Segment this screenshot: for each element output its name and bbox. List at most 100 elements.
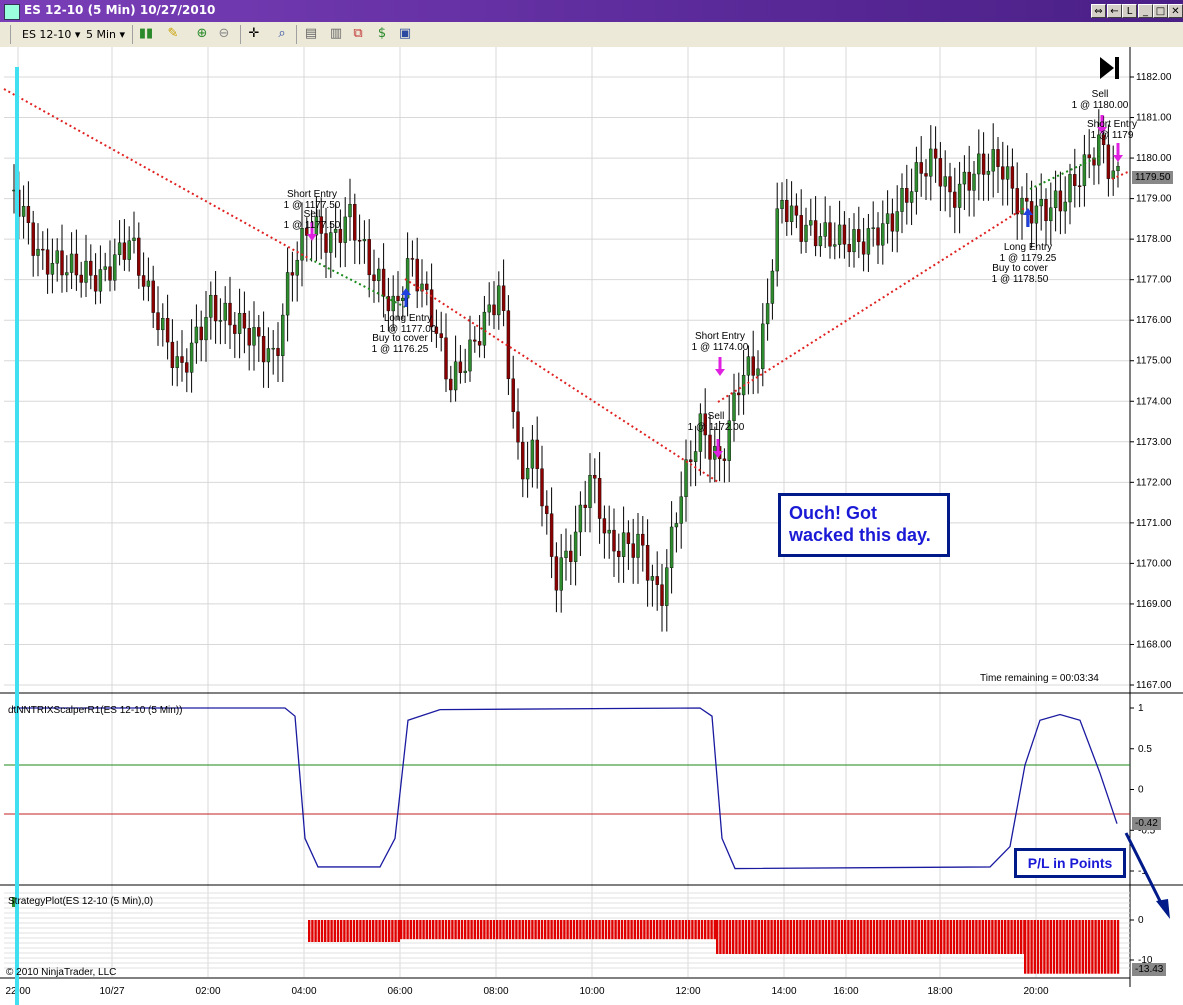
- pl-bar: [550, 920, 553, 940]
- link-icon[interactable]: ⇔: [1091, 4, 1106, 18]
- candle-body: [607, 529, 611, 534]
- pl-bar: [460, 920, 464, 940]
- pl-bar: [476, 920, 480, 940]
- close-button[interactable]: ✕: [1168, 4, 1183, 18]
- pl-bar: [681, 920, 684, 940]
- pl-bar: [569, 920, 572, 940]
- pl-bar: [735, 920, 738, 954]
- pl-bar: [751, 920, 754, 954]
- pl-bar: [432, 920, 435, 940]
- pl-bar: [1075, 920, 1078, 974]
- chart-canvas[interactable]: 1182.00 1181.00 1180.00 1179.00 1178.00 1177.…: [0, 47, 1183, 1005]
- price-tick-label: 1169.00: [1136, 599, 1172, 610]
- pl-bar: [317, 920, 320, 942]
- time-tick-label: 10:00: [579, 986, 604, 997]
- data-box-icon[interactable]: ⌕: [274, 26, 290, 42]
- candle-body: [1010, 166, 1015, 189]
- candle-body: [185, 362, 189, 373]
- pl-bar: [984, 920, 988, 954]
- time-tick-label: 08:00: [483, 986, 508, 997]
- lock-icon[interactable]: L: [1122, 4, 1137, 18]
- pl-bar: [978, 920, 981, 954]
- skip-to-end-icon: [1100, 57, 1119, 79]
- pl-bar: [738, 920, 741, 954]
- candle-body: [228, 302, 232, 326]
- chart-trader-icon[interactable]: ▣: [397, 26, 413, 42]
- pl-bar: [799, 920, 802, 954]
- pl-bar: [901, 920, 904, 954]
- candle-body: [69, 253, 74, 273]
- candle-body: [962, 171, 967, 185]
- interval-selector[interactable]: 5 Min ▾: [86, 26, 125, 43]
- pl-bar: [940, 920, 943, 954]
- candle-body: [842, 224, 847, 245]
- candle-body: [199, 326, 203, 341]
- chart-area[interactable]: 1182.00 1181.00 1180.00 1179.00 1178.00 1177.…: [0, 47, 1183, 1005]
- price-tick-label: 1179.00: [1136, 194, 1172, 205]
- indicators-icon[interactable]: ⧉: [350, 26, 366, 42]
- pl-bar: [744, 920, 748, 954]
- indicator-tick-label: 0.5: [1138, 744, 1152, 755]
- maximize-button[interactable]: □: [1153, 4, 1168, 18]
- pl-bar: [397, 920, 400, 942]
- candle-body: [655, 576, 659, 585]
- pl-bar: [352, 920, 356, 942]
- back-icon[interactable]: ←: [1107, 4, 1122, 18]
- zoom-in-icon[interactable]: ⊕: [194, 26, 210, 42]
- bar-properties-icon[interactable]: ▥: [328, 26, 344, 42]
- trade-label-action: Sell: [1092, 89, 1109, 100]
- pl-bar: [808, 920, 812, 954]
- candle-body: [377, 268, 381, 282]
- pl-bar: [582, 920, 585, 940]
- pl-bar: [840, 920, 844, 954]
- candle-body: [977, 153, 981, 175]
- candle-body: [669, 526, 674, 568]
- candle-body: [204, 317, 208, 341]
- pl-bar: [713, 920, 716, 940]
- pl-bar: [933, 920, 936, 954]
- pl-bar: [422, 920, 425, 940]
- instrument-selector[interactable]: ES 12-10 ▾: [22, 26, 80, 43]
- pl-bar: [499, 920, 502, 940]
- candle-body: [492, 304, 496, 316]
- ouch-annotation: Ouch! Got wacked this day.: [778, 493, 950, 557]
- pl-bar: [1007, 920, 1010, 954]
- candle-body: [837, 224, 842, 245]
- trade-label-price: 1 @ 1177.50: [284, 220, 341, 231]
- pl-bar: [560, 920, 563, 940]
- pl-bar: [359, 920, 362, 942]
- trade-label-action: Sell: [304, 209, 321, 220]
- pl-bar: [489, 920, 492, 940]
- pl-bar: [604, 920, 608, 940]
- pl-bar: [911, 920, 914, 954]
- pl-bar: [665, 920, 668, 940]
- pl-bar: [876, 920, 879, 954]
- candle-body: [170, 341, 175, 368]
- crosshair-icon[interactable]: ✛: [246, 26, 262, 42]
- pl-bar: [384, 920, 388, 942]
- candle-body: [871, 227, 875, 229]
- candle-body: [761, 323, 765, 370]
- minimize-button[interactable]: _: [1138, 4, 1153, 18]
- candle-body: [223, 302, 227, 321]
- candle-body: [612, 529, 616, 552]
- pl-bar: [716, 920, 719, 954]
- candle-body: [93, 275, 98, 292]
- drawing-tool-icon[interactable]: ✎: [165, 26, 181, 42]
- chart-style-icon[interactable]: ▮▮: [138, 26, 154, 42]
- pl-bar: [333, 920, 336, 942]
- time-tick-label: 14:00: [771, 986, 796, 997]
- candle-body: [847, 244, 851, 253]
- candle-body: [765, 303, 770, 325]
- price-tick-label: 1178.00: [1136, 234, 1172, 245]
- properties-icon[interactable]: ▤: [303, 26, 319, 42]
- toolbar-separator: [240, 25, 241, 44]
- candle-body: [986, 170, 991, 175]
- trade-label-price: 1 @ 1176.25: [372, 344, 429, 355]
- zoom-out-icon[interactable]: ⊖: [216, 26, 232, 42]
- pl-bar: [866, 920, 869, 954]
- trade-line-loss: [3, 88, 311, 260]
- pl-bar: [924, 920, 927, 954]
- strategies-icon[interactable]: $: [374, 26, 390, 42]
- candle-body: [367, 239, 371, 276]
